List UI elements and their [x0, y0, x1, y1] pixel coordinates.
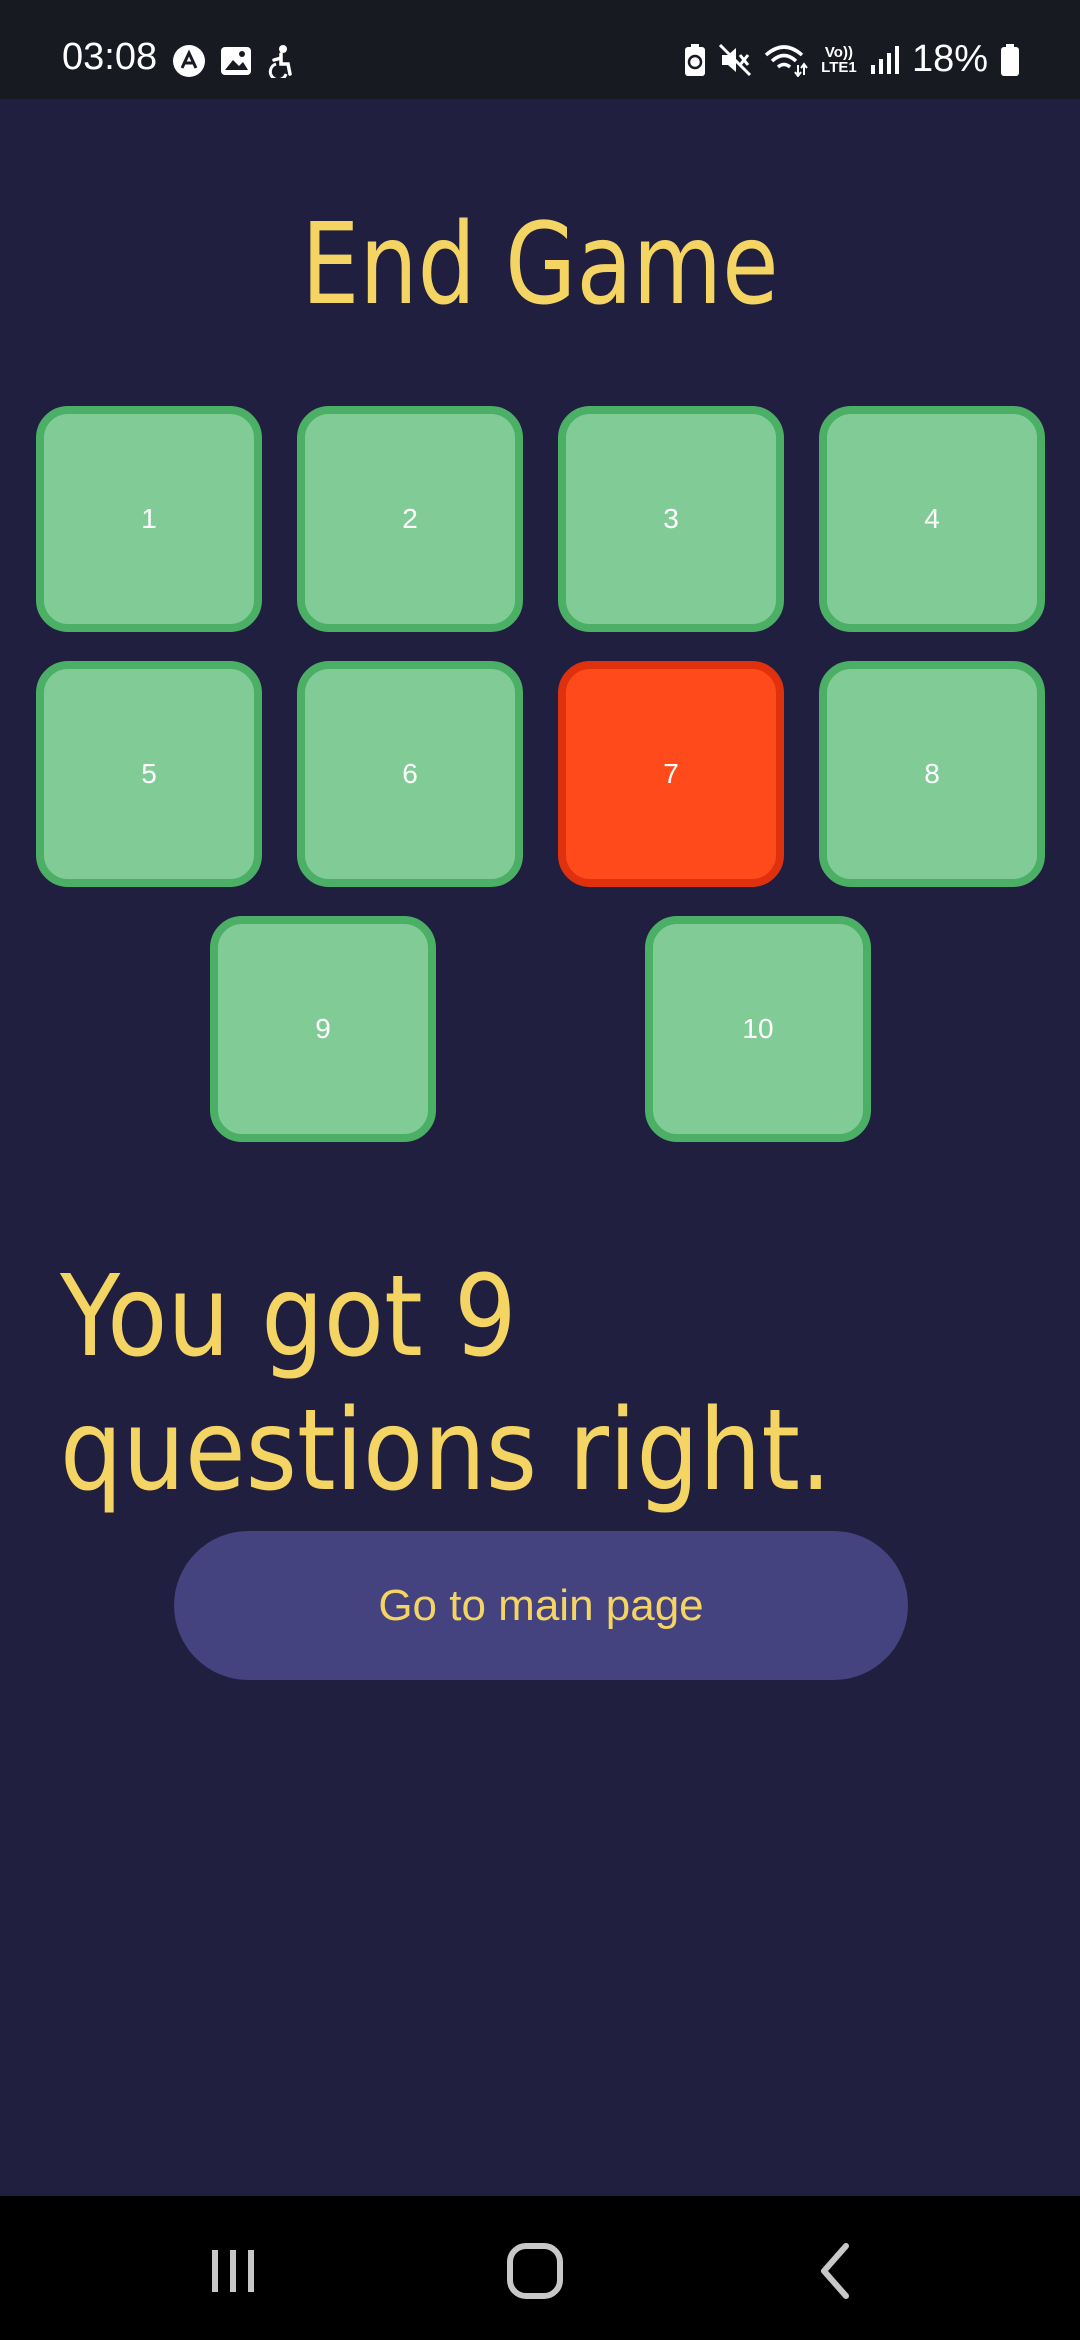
result-message: You got 9 questions right.	[60, 1252, 832, 1516]
question-tile-1[interactable]: 1	[36, 406, 262, 632]
mute-icon	[718, 43, 751, 76]
question-tile-8[interactable]: 8	[819, 661, 1045, 887]
back-icon[interactable]	[802, 2236, 872, 2306]
recent-apps-icon[interactable]	[198, 2236, 268, 2306]
question-tile-6[interactable]: 6	[297, 661, 523, 887]
battery-percentage: 18%	[911, 38, 988, 80]
question-tile-4[interactable]: 4	[819, 406, 1045, 632]
wifi-icon	[764, 44, 808, 77]
tile-label: 1	[141, 503, 157, 534]
go-to-main-page-button[interactable]: Go to main page	[174, 1531, 908, 1680]
home-icon[interactable]	[500, 2236, 570, 2306]
question-tile-2[interactable]: 2	[297, 406, 523, 632]
question-tile-3[interactable]: 3	[558, 406, 784, 632]
status-time: 03:08	[62, 36, 158, 78]
app-a-icon	[173, 45, 205, 77]
tile-label: 4	[924, 503, 940, 534]
status-icons-right: Vo)) LTE1 18%	[684, 38, 1020, 81]
status-icons-left	[172, 44, 296, 78]
navigation-bar	[0, 2196, 1080, 2340]
tile-label: 10	[742, 1013, 774, 1044]
battery-saver-icon	[684, 43, 705, 76]
tile-label: 8	[924, 758, 940, 789]
tile-label: 3	[663, 503, 679, 534]
signal-icon	[870, 45, 899, 74]
tile-label: 7	[663, 758, 679, 789]
tile-label: 9	[315, 1013, 331, 1044]
status-bar: 03:08 Vo)) LTE1 18%	[0, 0, 1080, 99]
question-tile-5[interactable]: 5	[36, 661, 262, 887]
question-tile-10[interactable]: 10	[645, 916, 871, 1142]
question-tile-9[interactable]: 9	[210, 916, 436, 1142]
battery-icon	[1001, 43, 1019, 76]
page-title: End Game	[301, 200, 779, 330]
tile-label: 5	[141, 758, 157, 789]
accessibility-icon	[268, 45, 292, 78]
volte-icon: Vo)) LTE1	[821, 43, 857, 76]
tile-label: 6	[402, 758, 418, 789]
question-tile-7[interactable]: 7	[558, 661, 784, 887]
gallery-icon	[221, 47, 251, 75]
tile-label: 2	[402, 503, 418, 534]
